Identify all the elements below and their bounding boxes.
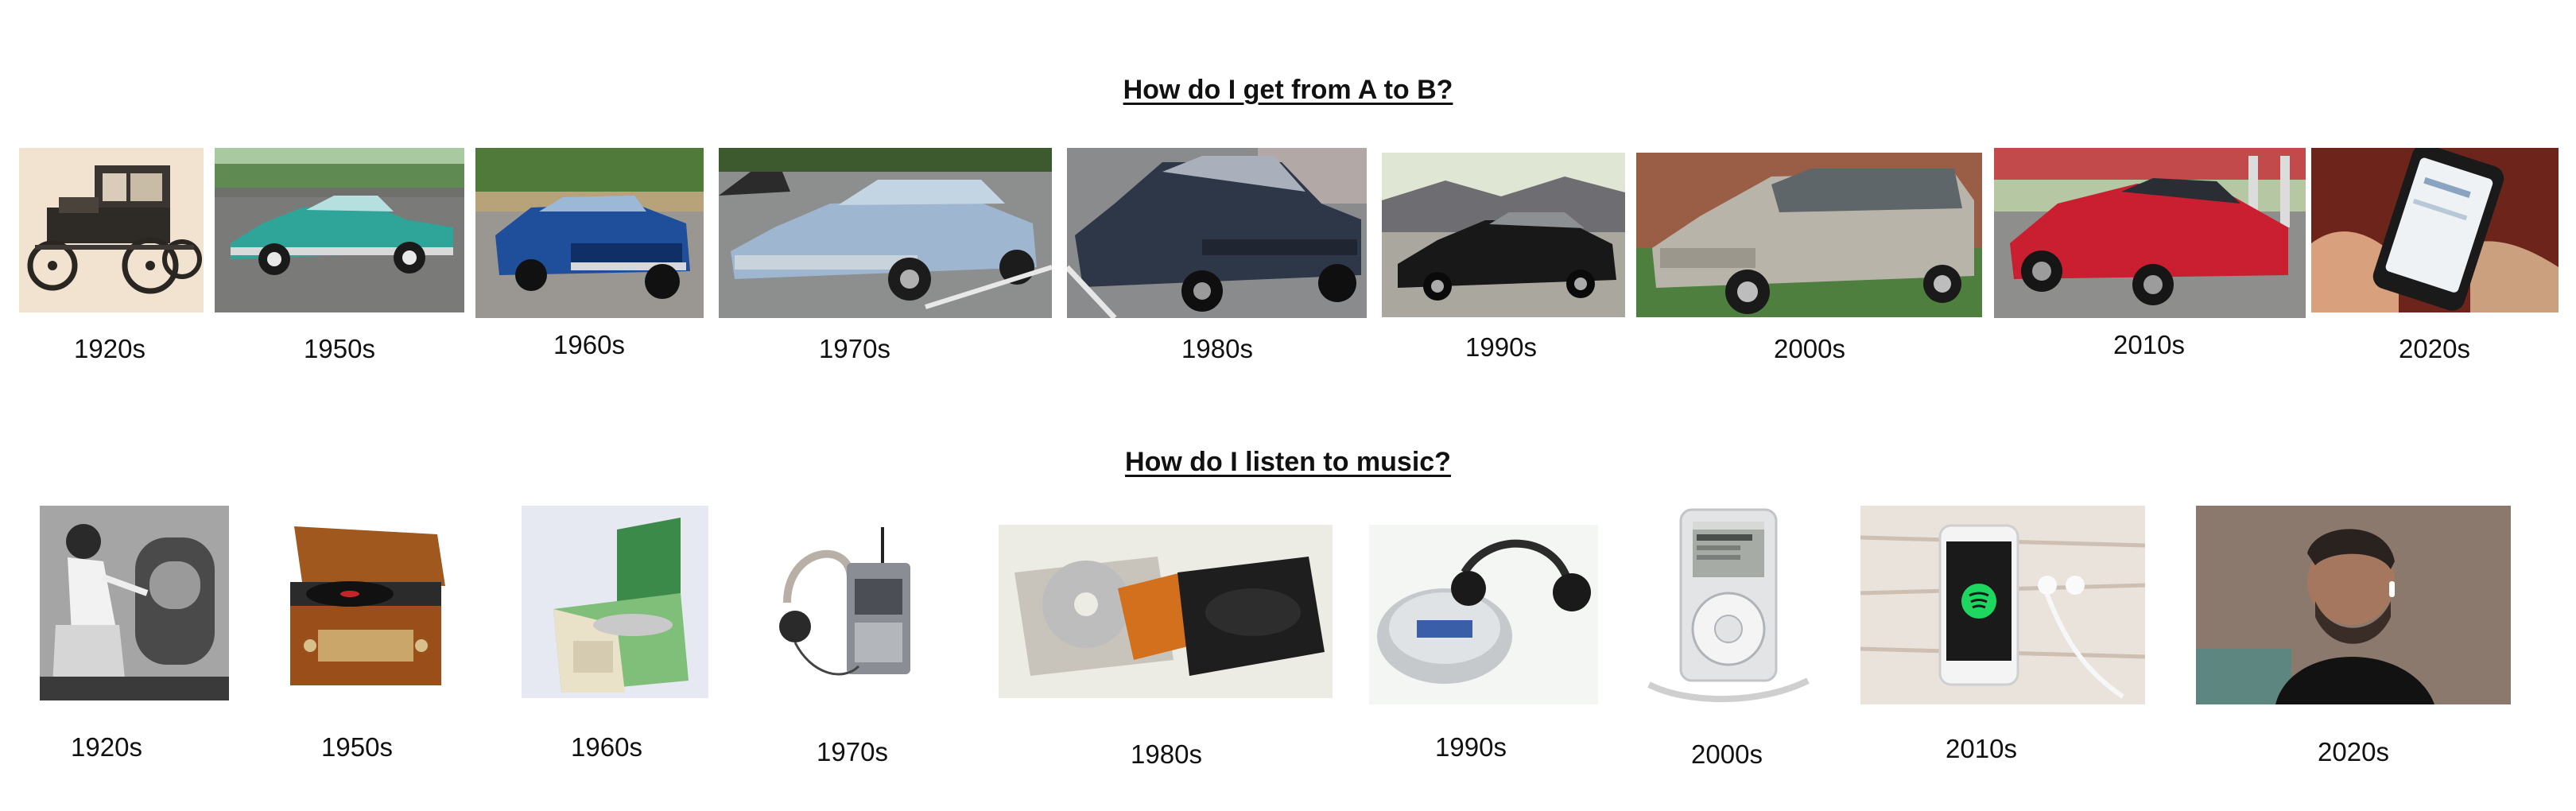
car-2000s-image <box>1636 153 1982 317</box>
music-1920s-image <box>40 506 229 700</box>
car-1980s-label: 1980s <box>1181 334 1253 363</box>
car-1920s-image <box>19 148 204 312</box>
car-1970s-image <box>719 148 1052 318</box>
music-2010s-label: 2010s <box>1946 734 2017 763</box>
transport-title: How do I get from A to B? <box>1123 75 1453 105</box>
music-1970s-image <box>779 515 925 684</box>
music-title: How do I listen to music? <box>1125 447 1451 477</box>
car-2010s-image <box>1994 148 2306 318</box>
car-1920s-label: 1920s <box>74 334 145 363</box>
music-1920s-label: 1920s <box>71 732 142 762</box>
music-1950s-image <box>278 518 450 695</box>
car-1960s-image <box>475 148 704 318</box>
music-1960s-label: 1960s <box>571 732 642 762</box>
music-1980s-label: 1980s <box>1131 739 1202 769</box>
music-1960s-image <box>522 506 708 698</box>
car-1970s-label: 1970s <box>819 334 890 363</box>
car-1960s-label: 1960s <box>553 330 625 359</box>
car-2020s-label: 2020s <box>2399 334 2470 363</box>
music-1950s-label: 1950s <box>321 732 393 762</box>
car-1950s-label: 1950s <box>304 334 375 363</box>
car-1950s-image <box>215 148 464 312</box>
music-1970s-label: 1970s <box>817 737 888 766</box>
car-1990s-image <box>1382 153 1625 317</box>
car-1990s-label: 1990s <box>1465 332 1537 362</box>
music-1990s-image <box>1369 525 1598 704</box>
music-2000s-image <box>1641 506 1818 712</box>
music-2010s-image <box>1860 506 2145 704</box>
music-1990s-label: 1990s <box>1435 732 1507 762</box>
car-1980s-image <box>1067 148 1367 318</box>
music-2020s-label: 2020s <box>2318 737 2389 766</box>
music-2020s-image <box>2196 506 2511 704</box>
car-2020s-image <box>2311 148 2559 312</box>
car-2010s-label: 2010s <box>2113 330 2185 359</box>
music-2000s-label: 2000s <box>1691 739 1763 769</box>
music-1980s-image <box>999 525 1333 698</box>
car-2000s-label: 2000s <box>1774 334 1845 363</box>
